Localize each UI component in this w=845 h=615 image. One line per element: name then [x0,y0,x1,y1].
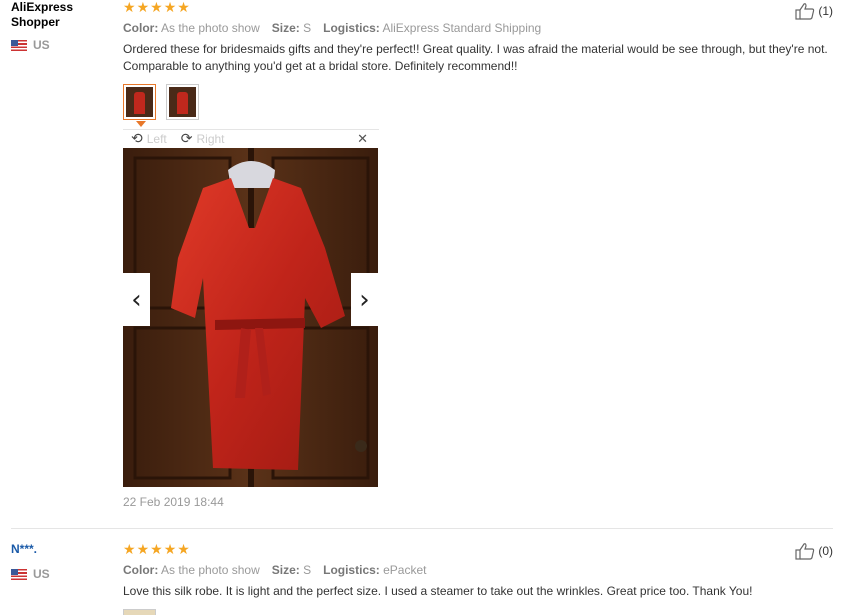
country-code: US [33,567,50,581]
thumbnail-image [126,87,153,117]
order-info: Color: As the photo show Size: S Logisti… [123,21,833,35]
helpful-count: (1) [818,4,833,18]
reviewer-info: AliExpress Shopper US [11,0,111,52]
review-photo-thumbnails [123,84,833,127]
color-value: As the photo show [161,563,260,577]
review-divider [11,528,833,529]
star-icon: ★ [163,0,177,16]
size-value: S [303,563,312,577]
color-label: Color: [123,563,159,577]
review-body: ★ ★ ★ ★ ★ Color: As the photo show Size:… [123,0,833,509]
star-icon: ★ [123,0,136,16]
logistics-value: ePacket [383,563,427,577]
rotate-right-icon[interactable]: ⟳ [181,132,193,146]
us-flag-icon [11,568,27,580]
color-value: As the photo show [161,21,260,35]
chevron-right-icon[interactable]: › [351,273,378,326]
thumbnail-image [169,87,196,117]
reviewer-country: US [11,38,111,52]
photo-viewer: ⟲ Left ⟳ Right ✕ ‹ › [123,129,379,487]
review-item: N***. US ★ ★ ★ ★ ★ Color: As the photo s… [0,532,845,615]
star-icon: ★ [136,542,150,558]
reviewer-name: AliExpress Shopper [11,0,74,29]
helpful-count: (0) [818,544,833,558]
star-icon: ★ [150,542,163,558]
thumb-up-icon [795,3,815,20]
helpful-button[interactable]: (0) [795,542,833,560]
star-rating: ★ ★ ★ ★ ★ [123,1,833,15]
review-text: Ordered these for bridesmaids gifts and … [123,42,828,73]
star-icon: ★ [150,0,163,16]
reviewer-country: US [11,567,111,581]
country-code: US [33,38,50,52]
star-icon: ★ [163,542,177,558]
review-photo: ‹ › [123,148,378,487]
review-item: AliExpress Shopper US ★ ★ ★ ★ ★ Color: A… [0,0,845,528]
us-flag-icon [11,39,27,51]
chevron-left-icon[interactable]: ‹ [123,273,150,326]
star-icon: ★ [136,0,150,16]
size-label: Size: [271,21,300,35]
photo-thumbnail[interactable] [123,84,156,127]
reviewer-name: N***. [11,542,38,556]
logistics-value: AliExpress Standard Shipping [382,21,542,35]
order-info: Color: As the photo show Size: S Logisti… [123,563,833,577]
review-date: 22 Feb 2019 18:44 [123,495,224,509]
logistics-label: Logistics: [323,21,380,35]
star-rating: ★ ★ ★ ★ ★ [123,543,833,557]
size-value: S [303,21,312,35]
helpful-button[interactable]: (1) [795,2,833,20]
star-icon: ★ [123,542,136,558]
photo-thumbnail[interactable] [166,84,199,120]
color-label: Color: [123,21,159,35]
reviewer-info: N***. US [11,542,111,581]
viewer-toolbar: ⟲ Left ⟳ Right ✕ [123,130,379,148]
star-icon: ★ [177,542,190,558]
review-text: Love this silk robe. It is light and the… [123,584,753,598]
rotate-right-label[interactable]: Right [196,132,224,146]
thumb-up-icon [795,543,815,560]
active-caret-icon [136,121,146,127]
review-body: ★ ★ ★ ★ ★ Color: As the photo show Size:… [123,542,833,615]
photo-thumbnail[interactable] [123,609,156,615]
rotate-left-icon[interactable]: ⟲ [131,132,143,146]
star-icon: ★ [177,0,190,16]
rotate-left-label[interactable]: Left [147,132,167,146]
size-label: Size: [271,563,300,577]
robe-photo-image [123,148,378,487]
close-icon[interactable]: ✕ [357,132,368,147]
logistics-label: Logistics: [323,563,380,577]
